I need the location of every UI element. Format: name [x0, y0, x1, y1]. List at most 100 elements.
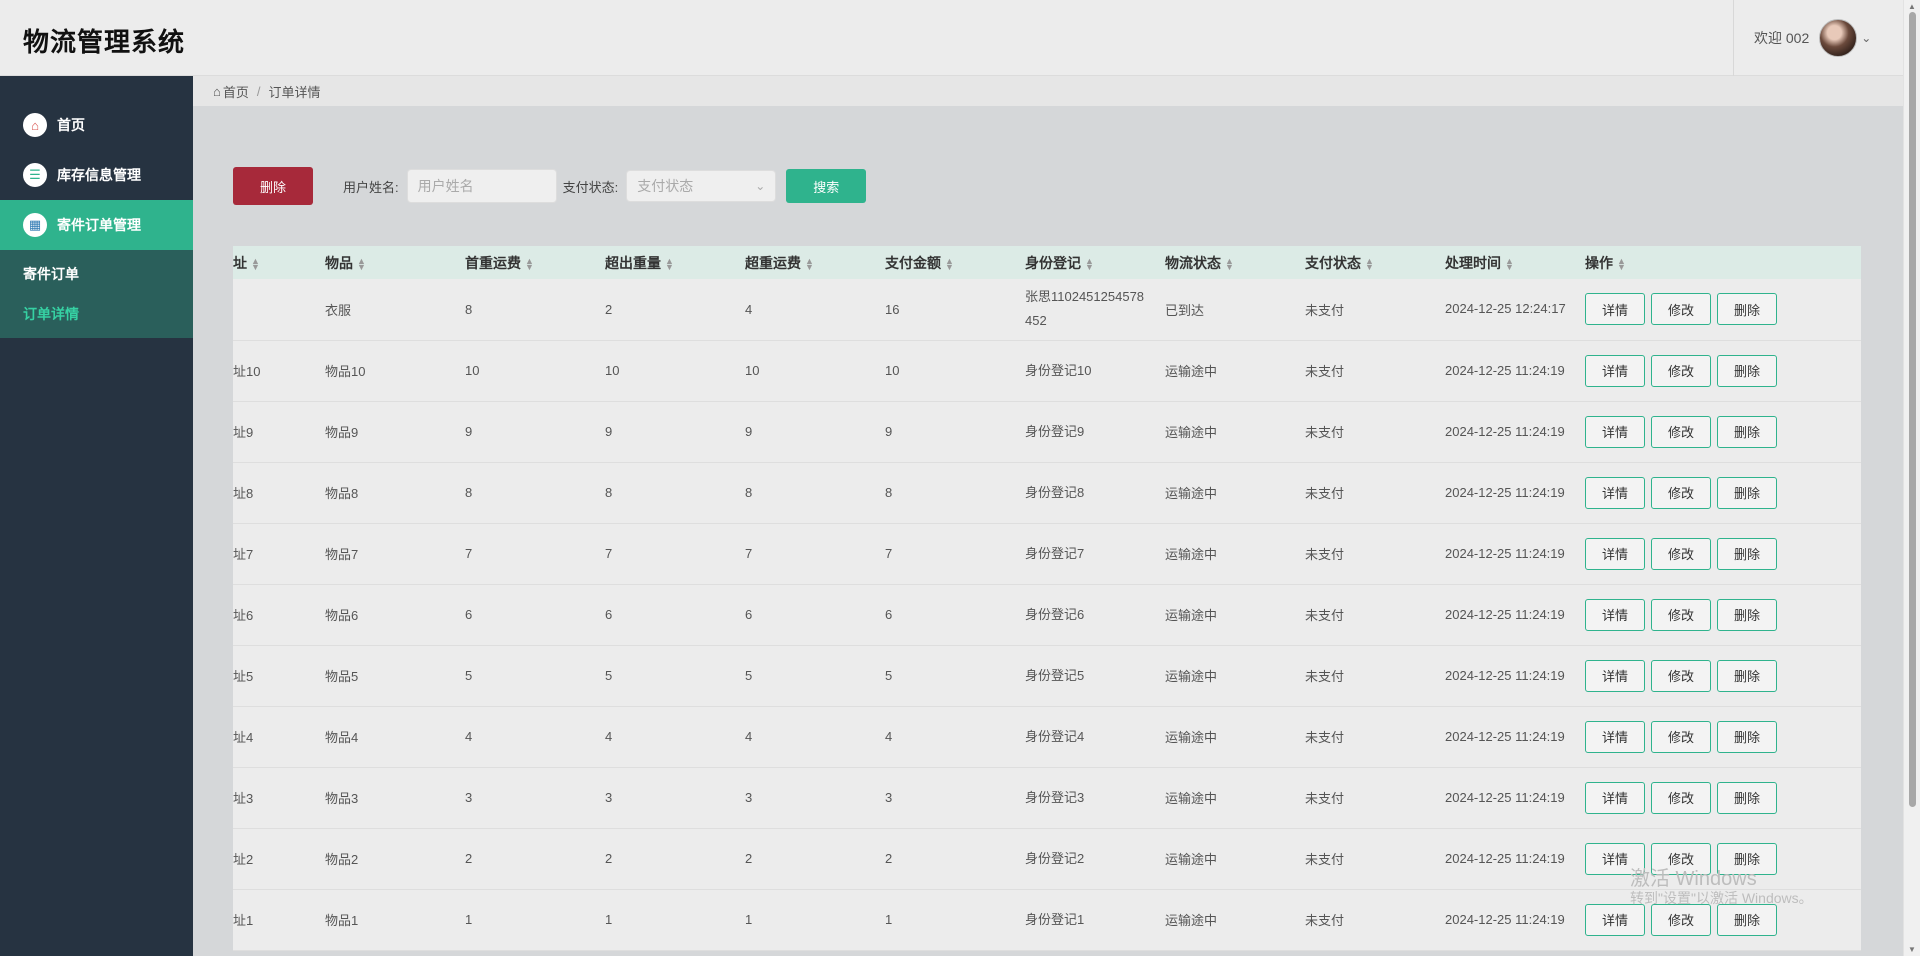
cell-pay-status: 未支付: [1305, 547, 1345, 562]
detail-button[interactable]: 详情: [1585, 415, 1645, 448]
cell-over-fee: 7: [745, 546, 753, 561]
delete-button[interactable]: 删除: [1717, 354, 1777, 387]
cell-pay-status: 未支付: [1305, 302, 1345, 318]
pay-status-select[interactable]: 支付状态 ⌄: [626, 170, 777, 202]
column-header[interactable]: 址 ▲ ▼: [233, 246, 325, 279]
top-header: 物流管理系统 欢迎 002 ⌄: [0, 0, 1903, 76]
sidebar-subitem-order-details[interactable]: 订单详情: [0, 294, 193, 334]
cell-pay-amount: 4: [885, 729, 893, 744]
cell-time: 2024-12-25 11:24:19: [1445, 850, 1565, 866]
edit-button[interactable]: 修改: [1651, 720, 1711, 753]
edit-button[interactable]: 修改: [1651, 476, 1711, 509]
cell-time: 2024-12-25 11:24:19: [1445, 484, 1565, 500]
table-row: 址9 物品9 9 9 9 9 身份登记9 运输途中 未支付 2024-12-25 11:24:19…: [233, 401, 1861, 462]
sidebar-item-home[interactable]: ⌂ 首页: [0, 100, 193, 150]
breadcrumb-home[interactable]: 首页: [223, 82, 249, 101]
cell-pay-status: 未支付: [1305, 669, 1345, 684]
cell-pay-status: 未支付: [1305, 852, 1345, 867]
column-header[interactable]: 支付状态 ▲ ▼: [1305, 246, 1445, 279]
sort-icon[interactable]: ▲ ▼: [525, 256, 534, 271]
column-header[interactable]: 身份登记 ▲ ▼: [1025, 246, 1165, 279]
sort-icon[interactable]: ▲ ▼: [1617, 256, 1626, 271]
column-header[interactable]: 物流状态 ▲ ▼: [1165, 246, 1305, 279]
user-menu[interactable]: 欢迎 002 ⌄: [1733, 0, 1903, 76]
cell-actions: 详情 修改 删除: [1585, 767, 1861, 828]
edit-button[interactable]: 修改: [1651, 659, 1711, 692]
cell-pay-status: 未支付: [1305, 791, 1345, 806]
windows-activation-hint: 转到"设置"以激活 Windows。: [1630, 890, 1813, 906]
detail-button[interactable]: 详情: [1585, 720, 1645, 753]
column-header-label: 操作: [1585, 254, 1613, 271]
delete-button[interactable]: 删除: [1717, 537, 1777, 570]
scroll-up-icon[interactable]: ▲: [1908, 2, 1916, 11]
edit-button[interactable]: 修改: [1651, 598, 1711, 631]
sidebar-item-inventory[interactable]: ☰ 库存信息管理: [0, 150, 193, 200]
table-row: 衣服 8 2 4 16 张思1102451254578452 已到达 未支付 2024-12-2…: [233, 279, 1861, 340]
pay-status-label: 支付状态:: [562, 179, 619, 195]
cell-pay-status: 未支付: [1305, 730, 1345, 745]
sort-icon[interactable]: ▲ ▼: [1505, 256, 1514, 271]
detail-button[interactable]: 详情: [1585, 537, 1645, 570]
scrollbar-thumb[interactable]: [1909, 12, 1916, 807]
sort-icon[interactable]: ▲ ▼: [357, 256, 366, 271]
sort-icon[interactable]: ▲ ▼: [665, 256, 674, 271]
edit-button[interactable]: 修改: [1651, 781, 1711, 814]
column-header[interactable]: 操作 ▲ ▼: [1585, 246, 1861, 279]
detail-button[interactable]: 详情: [1585, 903, 1645, 936]
delete-button[interactable]: 删除: [1717, 659, 1777, 692]
detail-button[interactable]: 详情: [1585, 598, 1645, 631]
delete-button[interactable]: 删除: [1717, 293, 1777, 326]
edit-button[interactable]: 修改: [1651, 293, 1711, 326]
edit-button[interactable]: 修改: [1651, 903, 1711, 936]
cell-time: 2024-12-25 12:24:17: [1445, 301, 1566, 317]
cell-identity: 身份登记4: [1025, 728, 1085, 744]
cell-addr: 址1: [233, 913, 254, 928]
column-header[interactable]: 超出重量 ▲ ▼: [605, 246, 745, 279]
sidebar-subitem-send-orders[interactable]: 寄件订单: [0, 254, 193, 294]
detail-button[interactable]: 详情: [1585, 476, 1645, 509]
delete-button[interactable]: 删除: [1717, 476, 1777, 509]
edit-button[interactable]: 修改: [1651, 537, 1711, 570]
username-input[interactable]: [406, 169, 557, 203]
cell-over-weight: 4: [605, 729, 613, 744]
delete-button[interactable]: 删除: [1717, 598, 1777, 631]
table-row: 址3 物品3 3 3 3 3 身份登记3 运输途中 未支付 2024-12-25 11:24:19…: [233, 767, 1861, 828]
sidebar-item-orders[interactable]: ▦ 寄件订单管理: [0, 200, 193, 250]
column-header[interactable]: 物品 ▲ ▼: [325, 246, 465, 279]
sort-icon[interactable]: ▲ ▼: [1225, 256, 1234, 271]
vertical-scrollbar[interactable]: ▲ ▼: [1903, 0, 1920, 956]
delete-button[interactable]: 删除: [1717, 720, 1777, 753]
column-header[interactable]: 处理时间 ▲ ▼: [1445, 246, 1585, 279]
home-icon[interactable]: ⌂: [213, 84, 221, 99]
search-button[interactable]: 搜索: [786, 169, 867, 203]
cell-over-weight: 8: [605, 485, 613, 500]
avatar[interactable]: [1819, 19, 1858, 57]
cell-over-fee: 3: [745, 790, 753, 805]
delete-button[interactable]: 删除: [1717, 781, 1777, 814]
cell-item: 物品7: [325, 547, 359, 562]
detail-button[interactable]: 详情: [1585, 354, 1645, 387]
column-header[interactable]: 支付金额 ▲ ▼: [885, 246, 1025, 279]
column-header[interactable]: 超重运费 ▲ ▼: [745, 246, 885, 279]
sort-icon[interactable]: ▲ ▼: [805, 256, 814, 271]
cell-over-fee: 2: [745, 851, 753, 866]
sort-icon[interactable]: ▲ ▼: [1365, 256, 1374, 271]
cell-over-weight: 3: [605, 790, 613, 805]
edit-button[interactable]: 修改: [1651, 415, 1711, 448]
edit-button[interactable]: 修改: [1651, 354, 1711, 387]
chevron-down-icon[interactable]: ⌄: [1861, 31, 1871, 45]
sort-icon[interactable]: ▲ ▼: [945, 256, 954, 271]
cell-actions: 详情 修改 删除: [1585, 401, 1861, 462]
cell-actions: 详情 修改 删除: [1585, 706, 1861, 767]
cell-pay-amount: 2: [885, 851, 893, 866]
sort-icon[interactable]: ▲ ▼: [1085, 256, 1094, 271]
delete-button[interactable]: 删除: [1717, 903, 1777, 936]
batch-delete-button[interactable]: 删除: [233, 167, 313, 205]
detail-button[interactable]: 详情: [1585, 781, 1645, 814]
column-header[interactable]: 首重运费 ▲ ▼: [465, 246, 605, 279]
detail-button[interactable]: 详情: [1585, 659, 1645, 692]
detail-button[interactable]: 详情: [1585, 293, 1645, 326]
delete-button[interactable]: 删除: [1717, 415, 1777, 448]
sort-icon[interactable]: ▲ ▼: [251, 256, 260, 271]
scroll-down-icon[interactable]: ▼: [1908, 945, 1916, 954]
